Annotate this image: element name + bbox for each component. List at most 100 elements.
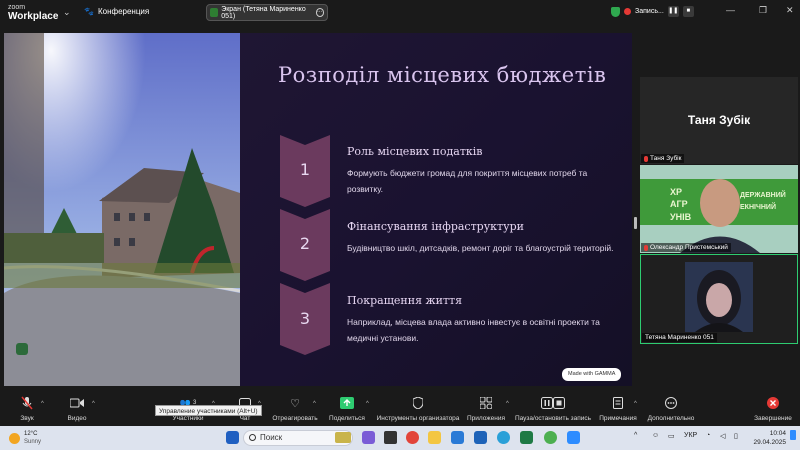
end-meeting-button[interactable]: Завершение bbox=[752, 394, 794, 426]
paw-icon: 🐾 bbox=[84, 7, 94, 16]
mic-muted-icon bbox=[644, 244, 648, 251]
notes-options-caret[interactable]: ^ bbox=[634, 401, 637, 407]
heart-icon: ♡ bbox=[290, 397, 300, 410]
chevron-down-icon[interactable]: ⌄ bbox=[63, 7, 71, 18]
excel-icon[interactable] bbox=[520, 431, 533, 444]
presentation-slide: Розподіл місцевих бюджетів 1 Роль місцев… bbox=[240, 33, 632, 386]
participant-name-label: Тетяна Мариненко 051 bbox=[642, 333, 717, 342]
item-heading-2: Фінансування інфраструктури bbox=[347, 220, 524, 233]
participant-tile-1[interactable]: Таня Зубік Таня Зубік bbox=[640, 77, 798, 164]
step-number-2: 2 bbox=[299, 234, 311, 253]
mic-muted-icon bbox=[21, 396, 33, 410]
share-button[interactable]: Поделиться bbox=[326, 394, 368, 426]
more-icon[interactable]: ··· bbox=[315, 8, 324, 17]
search-icon bbox=[249, 434, 256, 441]
item-text-2: Будівництво шкіл, дитсадків, ремонт дорі… bbox=[347, 243, 614, 253]
wifi-icon[interactable]: ◔ bbox=[706, 432, 710, 439]
telegram-icon[interactable] bbox=[497, 431, 510, 444]
panel-resize-handle[interactable] bbox=[634, 217, 637, 229]
svg-text:ДЕРЖАВНИЙ: ДЕРЖАВНИЙ bbox=[740, 190, 786, 199]
maximize-button[interactable]: ❐ bbox=[759, 5, 767, 16]
title-bar: zoom Workplace ⌄ 🐾 Конференция Экран (Те… bbox=[0, 0, 800, 26]
file-explorer-icon[interactable] bbox=[428, 431, 441, 444]
stop-recording-button[interactable]: ■ bbox=[682, 6, 694, 17]
date: 29.04.2025 bbox=[753, 439, 786, 446]
zoom-taskbar-icon[interactable] bbox=[567, 431, 580, 444]
screen-share-label: Экран (Тетяна Мариненко 051) bbox=[221, 5, 306, 20]
meeting-info-button[interactable]: 🐾 Конференция bbox=[84, 7, 149, 16]
windows-taskbar: 12°C Sunny Поиск ^ ☺ ▭ УКР ◔ ◁ ▯ 10:04 2… bbox=[0, 426, 800, 450]
recording-dot-icon bbox=[624, 8, 631, 15]
audio-options-caret[interactable]: ^ bbox=[41, 401, 44, 407]
apps-options-caret[interactable]: ^ bbox=[506, 401, 509, 407]
chrome-icon[interactable] bbox=[406, 431, 419, 444]
zoom-logo: zoom Workplace bbox=[8, 3, 58, 22]
share-icon bbox=[340, 397, 354, 409]
notes-icon bbox=[613, 397, 623, 409]
screen-share-icon bbox=[210, 8, 219, 17]
apps-button[interactable]: Приложения bbox=[464, 394, 508, 426]
time: 10:04 bbox=[769, 430, 786, 437]
screen-share-indicator[interactable]: Экран (Тетяна Мариненко 051) ··· bbox=[206, 4, 328, 21]
apps-icon bbox=[480, 397, 492, 409]
weather-widget[interactable]: 12°C Sunny bbox=[9, 430, 41, 446]
security-shield-icon[interactable] bbox=[611, 6, 620, 17]
svg-text:ХР: ХР bbox=[670, 187, 682, 197]
taskbar-clock[interactable]: 10:04 29.04.2025 bbox=[746, 429, 786, 447]
notes-button[interactable]: Примечания bbox=[598, 394, 638, 426]
end-icon bbox=[767, 397, 779, 409]
weather-temp: 12°C bbox=[24, 431, 38, 437]
participant-tile-3[interactable]: Тетяна Мариненко 051 bbox=[640, 254, 798, 344]
chevron-up-icon[interactable]: ^ bbox=[634, 432, 637, 439]
video-icon bbox=[70, 398, 84, 408]
notification-icon[interactable] bbox=[790, 430, 796, 440]
svg-text:УНІВ: УНІВ bbox=[670, 212, 692, 222]
participant-tile-2[interactable]: ХР ДЕРЖАВНИЙ АГР ЕКНІЧНИЙ УНІВ Олександр… bbox=[640, 165, 798, 253]
item-text-3: Наприклад, місцева влада активно інвесту… bbox=[347, 317, 600, 343]
video-options-caret[interactable]: ^ bbox=[92, 401, 95, 407]
audio-button[interactable]: Звук bbox=[12, 394, 42, 426]
people-icon[interactable]: ☺ bbox=[652, 432, 659, 439]
step-number-3: 3 bbox=[299, 309, 311, 328]
close-button[interactable]: ✕ bbox=[786, 5, 794, 16]
minimize-button[interactable]: — bbox=[726, 5, 735, 15]
chrome-alt-icon[interactable] bbox=[544, 431, 557, 444]
copilot-icon[interactable] bbox=[362, 431, 375, 444]
pause-stop-recording-button[interactable]: Пауза/остановить запись bbox=[512, 394, 594, 426]
recording-label: Запись... bbox=[635, 8, 664, 15]
react-options-caret[interactable]: ^ bbox=[313, 401, 316, 407]
participant-name-label: Олександр Пристемський bbox=[641, 243, 731, 252]
item-heading-1: Роль місцевих податків bbox=[347, 145, 483, 158]
made-with-badge[interactable]: Made with GAMMA bbox=[562, 368, 622, 381]
start-icon[interactable] bbox=[226, 431, 239, 444]
participant-video bbox=[685, 262, 753, 332]
svg-text:ЕКНІЧНИЙ: ЕКНІЧНИЙ bbox=[740, 202, 776, 211]
word-icon[interactable] bbox=[474, 431, 487, 444]
participant-display-name: Таня Зубік bbox=[687, 113, 751, 127]
participant-name-label: Таня Зубік bbox=[641, 154, 685, 163]
participants-tooltip: Управление участниками (Alt+U) bbox=[155, 405, 262, 416]
meeting-toolbar: Звук ^ Видео ^ 👥 3 Участники ^ Чат ^ ♡ От… bbox=[0, 394, 800, 426]
widget-icon[interactable] bbox=[335, 432, 351, 443]
host-tools-button[interactable]: Инструменты организатора bbox=[374, 394, 462, 426]
store-icon[interactable] bbox=[451, 431, 464, 444]
more-icon bbox=[665, 397, 677, 409]
item-text-1: Формують бюджети громад для покриття міс… bbox=[347, 168, 588, 194]
video-button[interactable]: Видео bbox=[62, 394, 92, 426]
pause-record-icon bbox=[541, 397, 565, 409]
shield-icon bbox=[413, 397, 423, 409]
task-view-icon[interactable] bbox=[384, 431, 397, 444]
volume-icon[interactable]: ◁ bbox=[720, 432, 725, 440]
react-button[interactable]: ♡ Отреагировать bbox=[270, 394, 320, 426]
more-button[interactable]: Дополнительно bbox=[646, 394, 696, 426]
mic-muted-icon bbox=[644, 155, 648, 162]
item-heading-3: Покращення життя bbox=[347, 294, 463, 307]
battery-icon[interactable]: ▯ bbox=[734, 432, 738, 440]
pause-recording-button[interactable]: ❚❚ bbox=[667, 6, 679, 17]
share-options-caret[interactable]: ^ bbox=[366, 401, 369, 407]
recording-indicator: Запись... ❚❚ ■ bbox=[611, 6, 694, 17]
language-indicator[interactable]: УКР bbox=[684, 432, 697, 439]
sun-icon bbox=[9, 432, 20, 444]
shared-screen: Розподіл місцевих бюджетів 1 Роль місцев… bbox=[4, 33, 632, 386]
network-tray-icon[interactable]: ▭ bbox=[668, 432, 675, 440]
